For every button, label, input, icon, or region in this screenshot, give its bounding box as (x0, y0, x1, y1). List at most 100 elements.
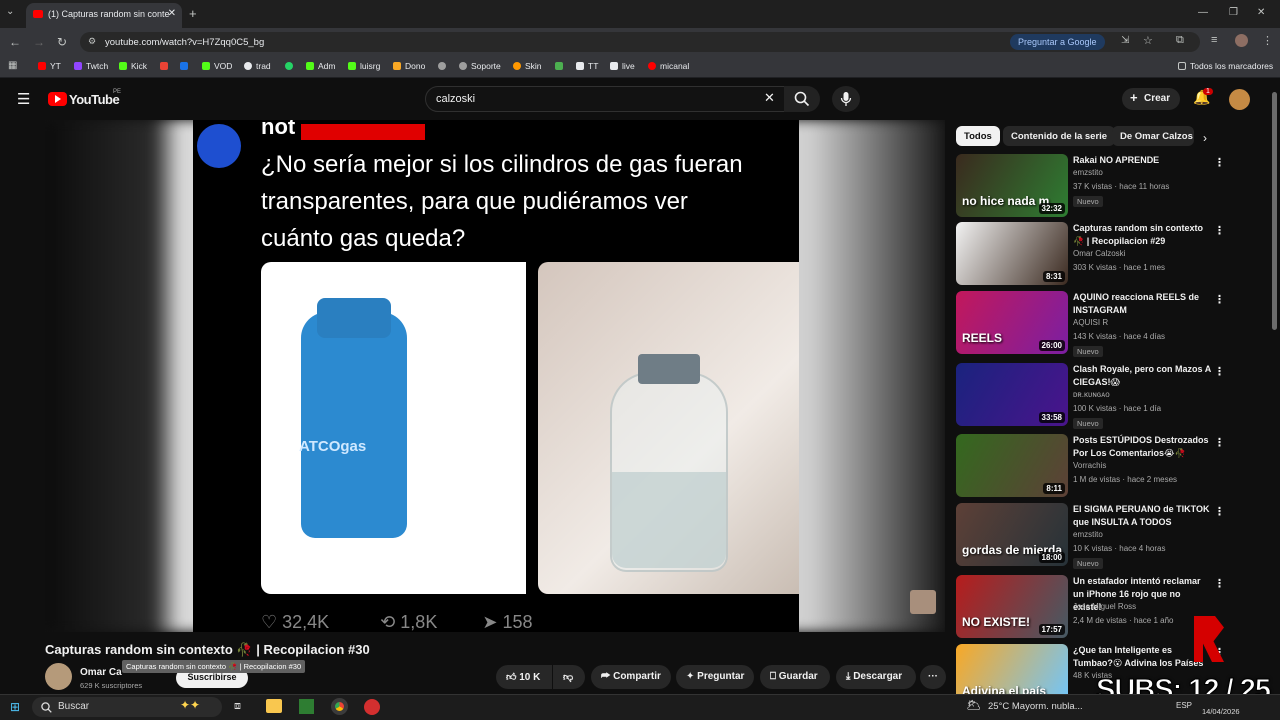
site-info-icon[interactable]: ⚙ (88, 36, 96, 47)
recommendation-item[interactable]: 8:31 Capturas random sin contexto 🥀 | Rec… (956, 222, 1225, 286)
bookmark-adm[interactable]: Adm (306, 61, 335, 71)
bookmark-tt[interactable]: TT (576, 61, 598, 71)
recommendation-menu-icon[interactable]: ⋮ (1214, 365, 1225, 378)
video-thumbnail[interactable]: NO EXISTE! 17:57 (956, 575, 1068, 638)
forward-icon[interactable]: → (33, 35, 45, 49)
bookmark-skin[interactable]: Skin (513, 61, 542, 71)
recommendation-item[interactable]: NO EXISTE! 17:57 Un estafador intentó recl… (956, 575, 1225, 639)
video-thumbnail[interactable]: gordas de mierda 18:00 (956, 503, 1068, 566)
install-app-icon[interactable]: ⇲ (1121, 35, 1129, 46)
video-thumbnail[interactable]: REELS 26:00 (956, 291, 1068, 354)
media-icon[interactable]: ≡ (1211, 34, 1217, 46)
recommendation-title[interactable]: Clash Royale, pero con Mazos A CIEGAS!😱 (1073, 363, 1211, 389)
bookmark-twtch[interactable]: Twtch (74, 61, 108, 71)
bookmark-dono[interactable]: Dono (393, 61, 425, 71)
recommendation-channel[interactable]: emzstito (1073, 530, 1103, 539)
recommendation-channel[interactable]: AQUISI R (1073, 318, 1108, 327)
taskbar-search[interactable]: Buscar ✦✦ (32, 697, 222, 717)
recommendation-item[interactable]: no hice nada m 32:32 Rakai NO APRENDE emzst… (956, 154, 1225, 218)
tab-search-chevron-icon[interactable]: ⌄ (6, 6, 14, 17)
bookmark-openai[interactable] (438, 61, 450, 71)
guide-menu-icon[interactable]: ☰ (17, 90, 30, 108)
create-button[interactable]: + Crear (1122, 88, 1180, 110)
recommendation-channel[interactable]: emzstito (1073, 168, 1103, 177)
back-icon[interactable]: ← (9, 35, 21, 49)
download-button[interactable]: ⤓ Descargar (836, 665, 916, 689)
recommendation-menu-icon[interactable]: ⋮ (1214, 577, 1225, 590)
video-thumbnail[interactable]: no hice nada m 32:32 (956, 154, 1068, 217)
bookmark-yt[interactable]: YT (38, 61, 61, 71)
recommendation-channel[interactable]: Jose Miguel Ross (1073, 602, 1136, 611)
close-window-icon[interactable]: ✕ (1257, 7, 1265, 18)
channel-name[interactable]: Omar Ca (80, 667, 122, 678)
windows-start-icon[interactable]: ⊞ (10, 700, 20, 714)
voice-search-button[interactable] (832, 86, 860, 112)
ask-button[interactable]: ✦ Preguntar (676, 665, 754, 689)
browser-tab[interactable]: (1) Capturas random sin conte ✕ (26, 3, 182, 28)
page-scrollbar[interactable] (1272, 92, 1277, 330)
app-taskbar-icon[interactable] (364, 699, 380, 715)
bookmark-gmail[interactable] (160, 61, 172, 71)
bookmark-micanal[interactable]: micanal (648, 61, 689, 71)
bookmark-trad[interactable]: trad (244, 61, 271, 71)
search-input[interactable]: calzoski (425, 86, 785, 112)
recommendation-title[interactable]: AQUINO reacciona REELS de INSTAGRAM (1073, 291, 1211, 317)
all-bookmarks[interactable]: Todos los marcadores (1178, 61, 1273, 71)
chip-serie[interactable]: Contenido de la serie (1003, 126, 1116, 146)
ask-google-button[interactable]: Preguntar a Google (1010, 34, 1105, 50)
language-indicator[interactable]: ESP (1176, 701, 1192, 710)
bookmark-grid[interactable] (555, 61, 567, 71)
recommendation-channel[interactable]: Vorrachis (1073, 461, 1106, 470)
recommendation-title[interactable]: ¿Que tan Inteligente es Tumbao?😮 Adivina… (1073, 644, 1211, 670)
video-thumbnail[interactable]: 8:11 (956, 434, 1068, 497)
bookmark-whatsapp[interactable] (285, 61, 297, 71)
bookmark-kick[interactable]: Kick (119, 61, 147, 71)
save-button[interactable]: ⎕ Guardar (760, 665, 830, 689)
weather-text[interactable]: 25°C Mayorm. nubla... (988, 701, 1083, 712)
chip-todos[interactable]: Todos (956, 126, 1000, 146)
recommendation-item[interactable]: gordas de mierda 18:00 El SIGMA PERUANO de… (956, 503, 1225, 569)
recommendation-menu-icon[interactable]: ⋮ (1214, 224, 1225, 237)
recommendation-title[interactable]: Rakai NO APRENDE (1073, 154, 1211, 167)
recommendation-menu-icon[interactable]: ⋮ (1214, 436, 1225, 449)
recommendation-channel[interactable]: ᴅʀ.ᴋᴜɴɢᴀᴏ (1073, 390, 1110, 399)
minimize-icon[interactable]: — (1198, 7, 1208, 18)
reload-icon[interactable]: ↻ (57, 35, 67, 49)
recommendation-channel[interactable]: Omar Calzoski (1073, 249, 1125, 258)
recommendation-item[interactable]: 33:58 Clash Royale, pero con Mazos A CIEG… (956, 363, 1225, 429)
restore-icon[interactable]: ❐ (1229, 7, 1238, 18)
share-button[interactable]: ⮫ Compartir (591, 665, 671, 689)
bookmark-vod[interactable]: VOD (202, 61, 232, 71)
recommendation-menu-icon[interactable]: ⋮ (1214, 505, 1225, 518)
minecraft-icon[interactable] (299, 699, 314, 714)
extensions-icon[interactable]: ⧉ (1176, 34, 1184, 47)
search-button[interactable] (784, 86, 820, 112)
channel-avatar[interactable] (45, 663, 72, 690)
chip-omar[interactable]: De Omar Calzos (1112, 126, 1194, 146)
profile-avatar[interactable] (1235, 34, 1248, 47)
taskbar-date[interactable]: 14/04/2026 (1202, 707, 1240, 716)
bookmark-live[interactable]: live (610, 61, 635, 71)
recommendation-item[interactable]: 8:11 Posts ESTÚPIDOS Destrozados Por Los … (956, 434, 1225, 498)
recommendation-menu-icon[interactable]: ⋮ (1214, 293, 1225, 306)
video-thumbnail[interactable]: 8:31 (956, 222, 1068, 285)
user-avatar[interactable] (1229, 89, 1250, 110)
like-button[interactable]: 👍︎ 10 K (496, 665, 552, 689)
video-player[interactable]: not ¿No sería mejor si los cilindros de … (45, 120, 945, 632)
task-view-icon[interactable]: ⧈ (234, 700, 241, 713)
clear-search-icon[interactable]: ✕ (764, 90, 775, 106)
chrome-taskbar-icon[interactable] (331, 698, 348, 715)
dislike-button[interactable]: 👎︎ (553, 665, 585, 689)
apps-grid-icon[interactable]: ▦ (8, 60, 17, 71)
new-tab-icon[interactable]: + (189, 6, 197, 21)
channel-watermark[interactable] (910, 590, 936, 614)
recommendation-title[interactable]: El SIGMA PERUANO de TIKTOK que INSULTA A… (1073, 503, 1211, 529)
recommendation-title[interactable]: Posts ESTÚPIDOS Destrozados Por Los Come… (1073, 434, 1211, 460)
close-tab-icon[interactable]: ✕ (168, 8, 176, 19)
bookmark-blue[interactable] (180, 61, 192, 71)
recommendation-menu-icon[interactable]: ⋮ (1214, 156, 1225, 169)
recommendation-title[interactable]: Capturas random sin contexto 🥀 | Recopil… (1073, 222, 1211, 248)
more-actions-button[interactable]: ··· (920, 665, 946, 689)
chrome-menu-icon[interactable]: ⋮ (1262, 34, 1273, 47)
video-thumbnail[interactable]: 33:58 (956, 363, 1068, 426)
